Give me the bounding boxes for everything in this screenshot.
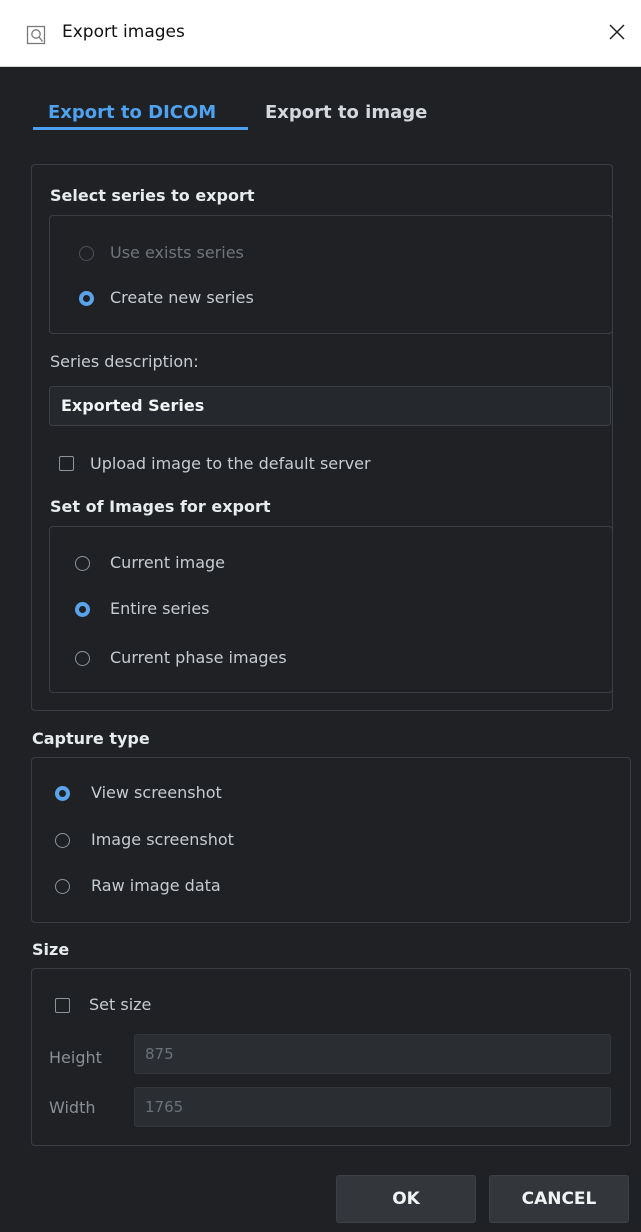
radio-raw-image-data[interactable] [55,879,70,894]
radio-label-use-exists-series: Use exists series [110,243,244,262]
window-title: Export images [62,22,185,42]
width-input[interactable]: 1765 [134,1087,611,1127]
radio-entire-series[interactable] [75,602,90,617]
radio-create-new-series[interactable] [79,291,94,306]
select-series-group [49,215,613,334]
close-icon [607,22,627,46]
height-input[interactable]: 875 [134,1034,611,1074]
size-title: Size [32,940,70,959]
select-series-title: Select series to export [50,186,255,205]
radio-image-screenshot[interactable] [55,833,70,848]
upload-default-server-checkbox[interactable] [59,456,74,471]
tab-export-to-dicom[interactable]: Export to DICOM [48,99,216,127]
radio-label-create-new-series: Create new series [110,288,254,307]
upload-default-server-label: Upload image to the default server [90,454,371,473]
series-description-input[interactable]: Exported Series [49,386,611,426]
radio-label-view-screenshot: View screenshot [91,783,222,802]
radio-current-image[interactable] [75,556,90,571]
series-description-label: Series description: [50,352,199,371]
title-bar: Export images [0,0,641,67]
set-size-label: Set size [89,995,152,1014]
radio-view-screenshot[interactable] [55,786,70,801]
active-tab-indicator [33,127,248,130]
radio-current-phase-images[interactable] [75,651,90,666]
images-set-title: Set of Images for export [50,497,271,516]
cancel-button[interactable]: CANCEL [489,1175,629,1223]
close-button[interactable] [601,18,633,50]
radio-use-exists-series[interactable] [79,246,94,261]
radio-label-image-screenshot: Image screenshot [91,830,234,849]
capture-type-title: Capture type [32,729,150,748]
export-images-dialog: Export images Export to DICOM Export to … [0,0,641,1232]
radio-label-entire-series: Entire series [110,599,210,618]
height-label: Height [49,1048,102,1067]
tab-export-to-image[interactable]: Export to image [265,99,427,127]
set-size-checkbox[interactable] [55,998,70,1013]
width-label: Width [49,1098,96,1117]
export-images-icon [26,25,46,45]
radio-label-current-phase-images: Current phase images [110,648,287,667]
ok-button[interactable]: OK [336,1175,476,1223]
radio-label-raw-image-data: Raw image data [91,876,221,895]
radio-label-current-image: Current image [110,553,226,572]
